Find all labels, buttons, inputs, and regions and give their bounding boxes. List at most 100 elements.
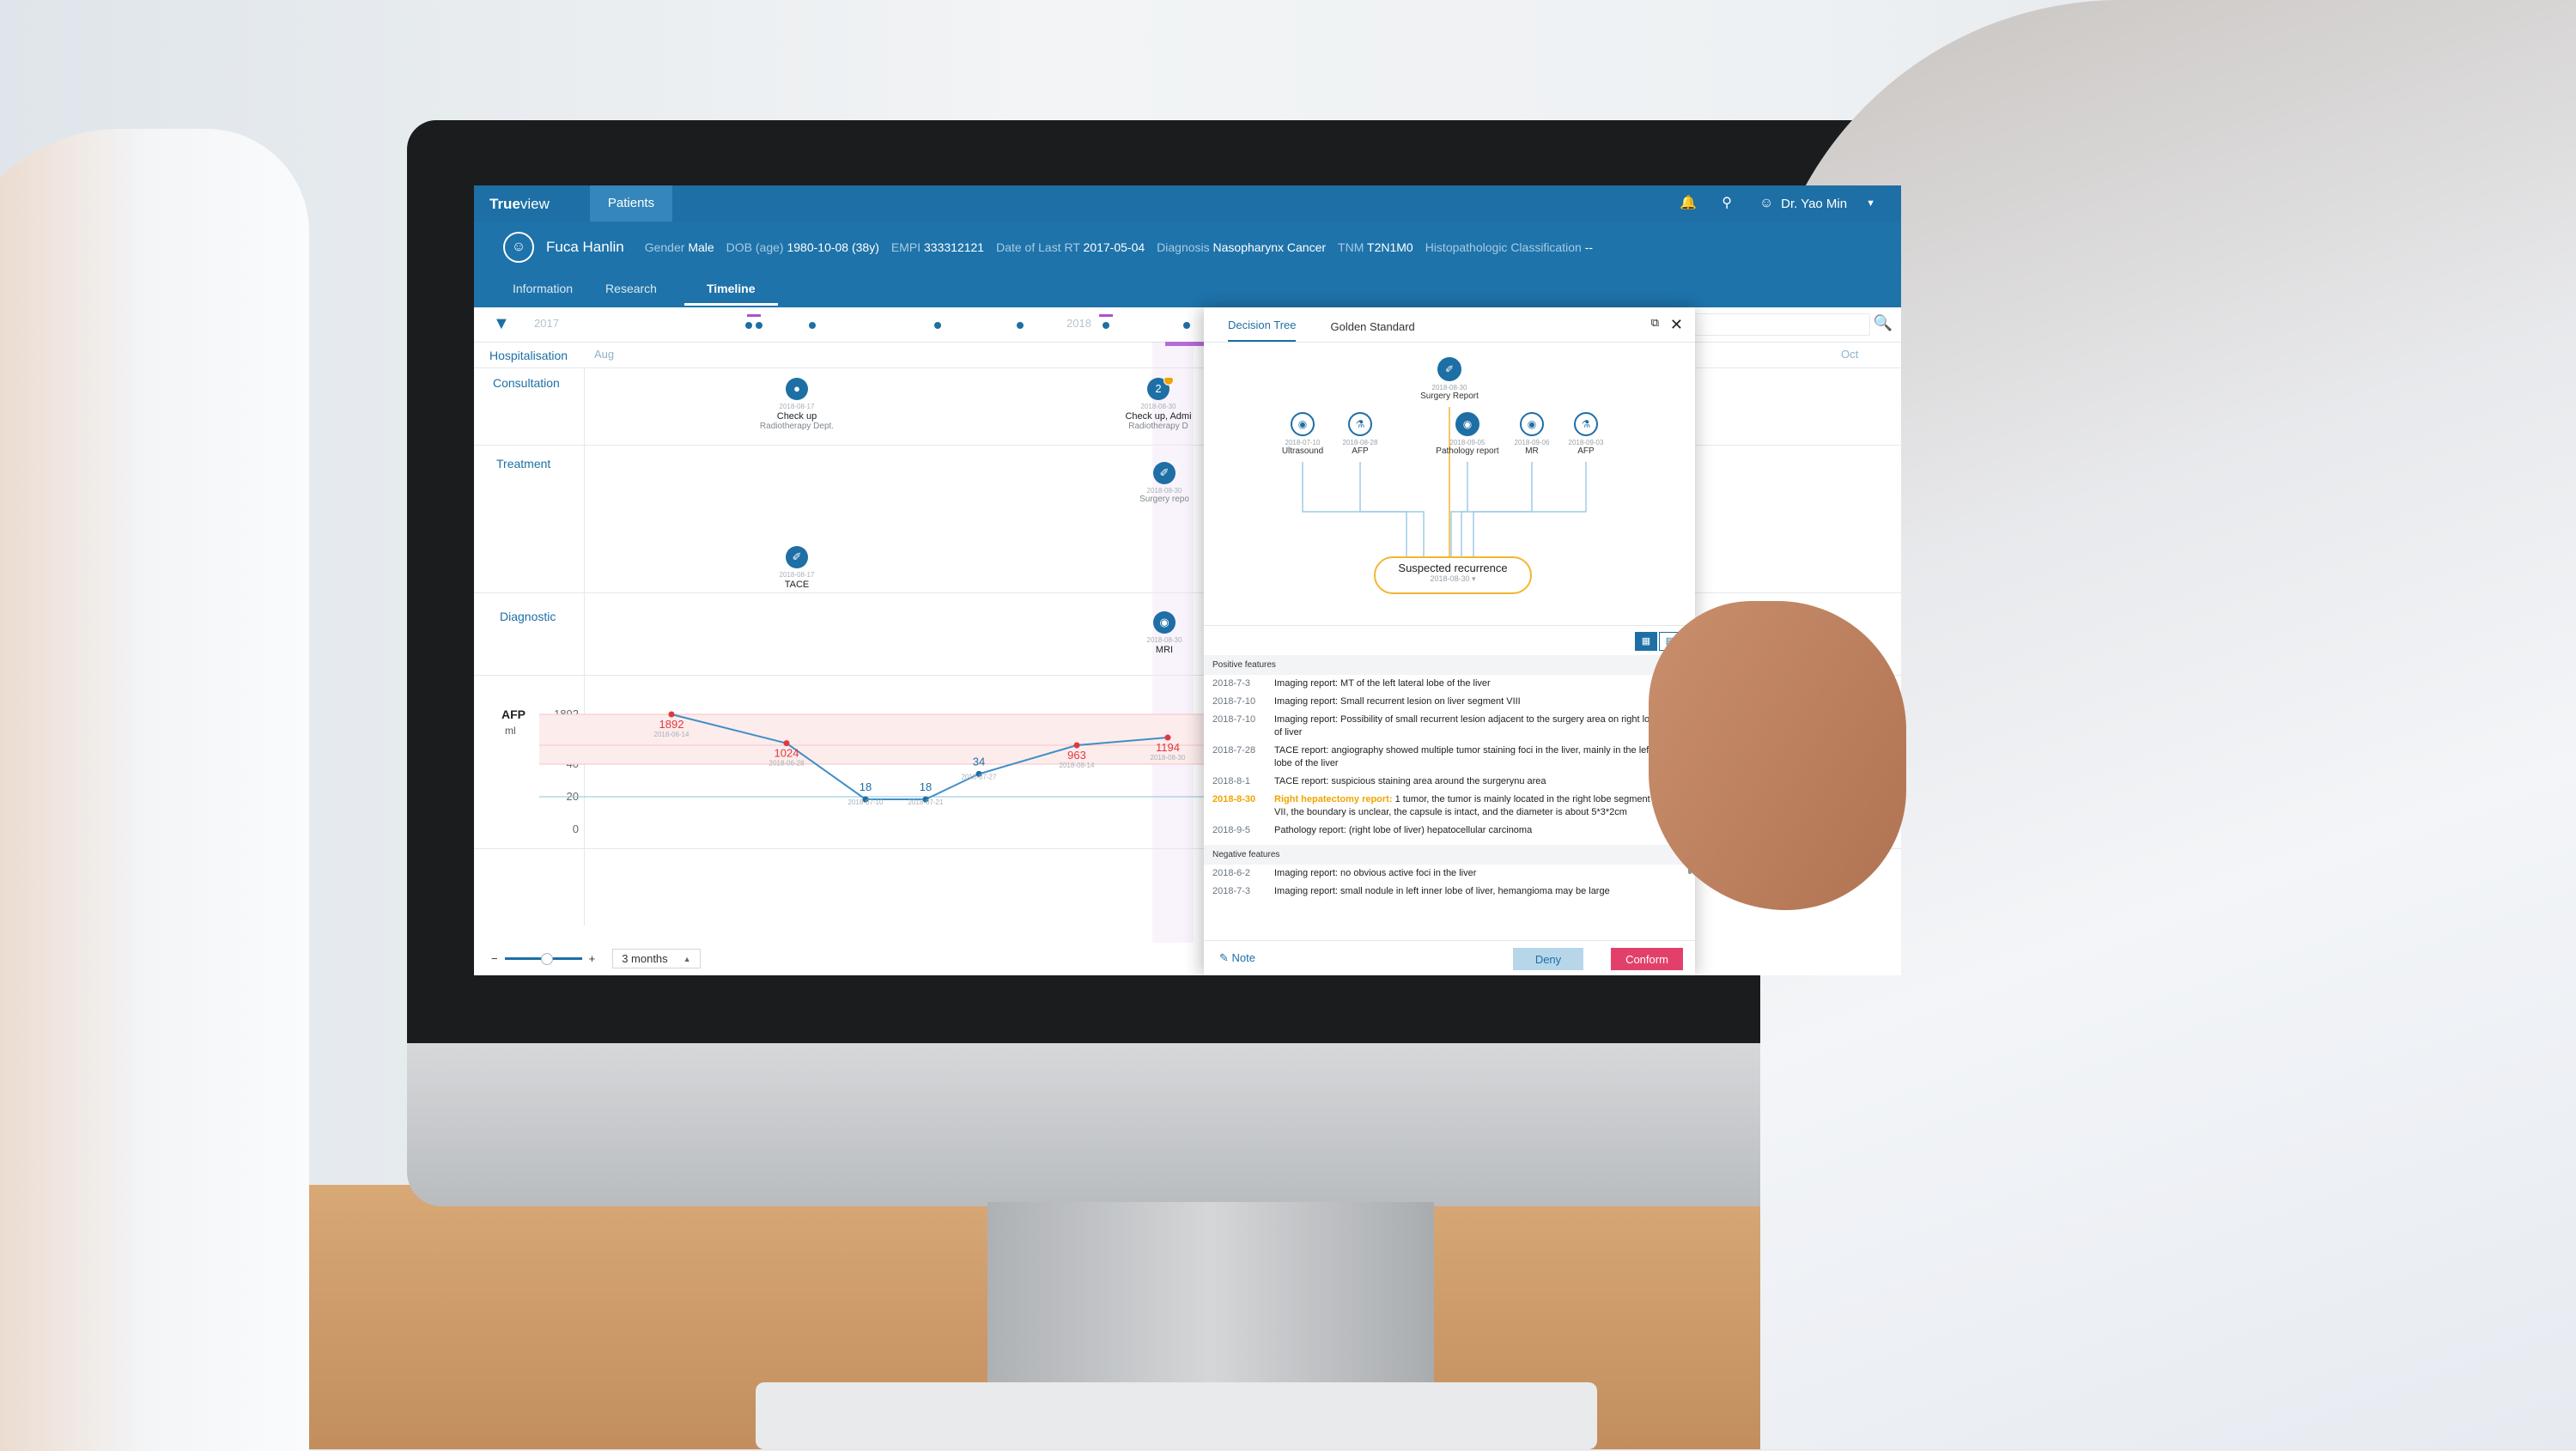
overview-event-dot[interactable] [756,322,762,329]
decision-panel: Decision Tree Golden Standard ⧉ ✕ ✐ 2018… [1204,307,1695,975]
field-label: DOB (age) [726,240,784,254]
feature-date: 2018-7-3 [1212,886,1251,896]
feature-row[interactable]: 2018-7-10 Imaging report: Small recurrent… [1204,693,1685,711]
event-subtitle: Radiotherapy Dept. [759,422,835,431]
panel-footer: ✎ Note Deny Conform [1204,940,1695,975]
brand-rest: view [519,196,550,212]
scan-icon: ◉ [1520,412,1544,436]
overview-event-dot[interactable] [1183,322,1190,329]
caret-down-icon: ▾ [1472,574,1476,583]
patient-name: Fuca Hanlin [546,239,624,255]
overview-event-dot[interactable] [1103,322,1109,329]
microscope-icon: ◉ [1455,412,1479,436]
y-tick-label: 20 [566,790,579,803]
zoom-controls: − + 3 months ▲ [491,949,701,968]
overview-event-dot[interactable] [934,322,941,329]
field-histopathologic: Histopathologic Classification -- [1425,240,1593,254]
overview-event-dot[interactable] [1017,322,1024,329]
event-diagnostic-mri[interactable]: ◉ 2018-08-30 MRI [1123,611,1206,655]
event-treatment-tace[interactable]: ✐ 2018-08-17 TACE [737,546,857,590]
detach-icon[interactable]: ⧉ [1651,316,1659,330]
patient-header: ☺ Fuca Hanlin Gender Male DOB (age) 1980… [474,222,1901,307]
flask-icon: ⚗ [1348,412,1372,436]
overview-event-dot[interactable] [809,322,816,329]
feature-date: 2018-7-3 [1212,678,1251,689]
lane-diagnostic[interactable]: Diagnostic [500,610,556,623]
feature-text: Imaging report: Possibility of small rec… [1274,714,1661,738]
event-consultation-checkup[interactable]: ● 2018-08-17 Check up Radiotherapy Dept. [737,378,857,431]
field-value: 1980-10-08 (38y) [787,240,879,254]
feature-row[interactable]: 2018-7-28 TACE report: angiography showed… [1204,742,1685,773]
event-count-icon: 2 [1147,378,1174,400]
note-button[interactable]: ✎ Note [1219,951,1255,965]
feature-row[interactable]: 2018-6-2 Imaging report: no obvious activ… [1204,865,1685,883]
field-label: EMPI [890,240,921,254]
lane-consultation[interactable]: Consultation [493,376,560,390]
feature-row[interactable]: 2018-7-3 Imaging report: MT of the left l… [1204,675,1685,693]
monitor-chin [407,1043,1963,1206]
deny-button[interactable]: Deny [1513,948,1583,970]
feature-date: 2018-8-1 [1212,776,1251,786]
user-name: Dr. Yao Min [1781,196,1848,211]
tree-view-button[interactable]: ▦ [1635,632,1657,651]
pencil-icon: ✎ [1219,951,1229,964]
tab-research[interactable]: Research [605,273,690,306]
field-dob: DOB (age) 1980-10-08 (38y) [726,240,879,254]
feature-row[interactable]: 2018-8-30 Right hepatectomy report: 1 tum… [1204,791,1685,822]
user-menu[interactable]: ☺ Dr. Yao Min ▼ [1759,196,1875,211]
field-tnm: TNM T2N1M0 [1338,240,1413,254]
search-icon[interactable]: ⚲ [1719,196,1735,211]
feature-date: 2018-9-5 [1212,825,1251,835]
tab-decision-tree[interactable]: Decision Tree [1228,319,1297,342]
feature-text: TACE report: suspicious staining area ar… [1274,776,1546,786]
patient-tabs: Information Research Timeline [513,273,778,306]
feature-text: Imaging report: MT of the left lateral l… [1274,678,1491,689]
zoom-search-icon[interactable]: 🔍 [1874,314,1893,332]
tree-root-surgery-report[interactable]: ✐ 2018-08-30 Surgery Report [1411,357,1488,401]
zoom-in-button[interactable]: + [589,952,596,965]
lane-hospitalisation[interactable]: Hospitalisation [489,349,568,362]
tree-node-afp[interactable]: ⚗ 2018-08-28 AFP [1321,412,1399,456]
conform-button[interactable]: Conform [1611,948,1683,970]
tab-golden-standard[interactable]: Golden Standard [1330,320,1414,342]
overview-event-dot[interactable] [745,322,752,329]
zoom-out-button[interactable]: − [491,952,498,965]
event-date: 2018-08-30 [1146,487,1182,495]
syringe-icon: ✐ [786,546,808,568]
bell-icon[interactable]: 🔔 [1680,196,1697,211]
monitor-stand [987,1202,1434,1408]
zoom-slider[interactable] [504,953,582,965]
y-tick-label: 1892 [554,707,579,720]
month-label-aug: Aug [594,348,615,361]
tab-timeline[interactable]: Timeline [683,273,778,306]
positive-features-header: Positive features [1204,655,1685,675]
tree-result-suspected-recurrence[interactable]: Suspected recurrence 2018-08-30 ▾ [1374,556,1532,594]
nav-tab-patients[interactable]: Patients [590,185,672,222]
caret-down-icon: ▼ [1866,198,1875,209]
feature-text: Imaging report: small nodule in left inn… [1274,886,1610,896]
event-treatment-surgery[interactable]: ✐ 2018-08-30 Surgery repo [1123,462,1206,504]
negative-features-header: Negative features [1204,845,1685,865]
tree-connector [1359,462,1425,556]
feature-row[interactable]: 2018-8-1 TACE report: suspicious staining… [1204,773,1685,791]
app-logo[interactable]: Trueview [489,196,550,213]
close-icon[interactable]: ✕ [1670,316,1683,334]
field-value: 2017-05-04 [1083,240,1145,254]
field-value: Male [688,240,714,254]
lane-treatment[interactable]: Treatment [496,457,550,471]
tab-information[interactable]: Information [513,273,605,306]
tree-node-afp-2[interactable]: ⚗ 2018-09-03 AFP [1547,412,1625,456]
filter-icon[interactable]: ▼ [493,314,510,334]
field-empi: EMPI 333312121 [891,240,984,254]
feature-text: Pathology report: (right lobe of liver) … [1274,825,1533,835]
range-select[interactable]: 3 months ▲ [612,949,701,968]
note-label: Note [1231,951,1255,964]
feature-row[interactable]: 2018-7-3 Imaging report: small nodule in … [1204,883,1685,901]
feature-lead: Right hepatectomy report: [1274,794,1393,804]
feature-row[interactable]: 2018-9-5 Pathology report: (right lobe of… [1204,822,1685,840]
decision-tree: ✐ 2018-08-30 Surgery Report ◉ 2018-07-10… [1204,342,1695,625]
event-consultation-admission[interactable]: 2 2018-08-30 Check up, Admi Radiotherapy… [1111,378,1206,431]
person-icon: ● [786,378,808,400]
scan-icon: ◉ [1153,611,1176,634]
feature-row[interactable]: 2018-7-10 Imaging report: Possibility of … [1204,711,1685,742]
